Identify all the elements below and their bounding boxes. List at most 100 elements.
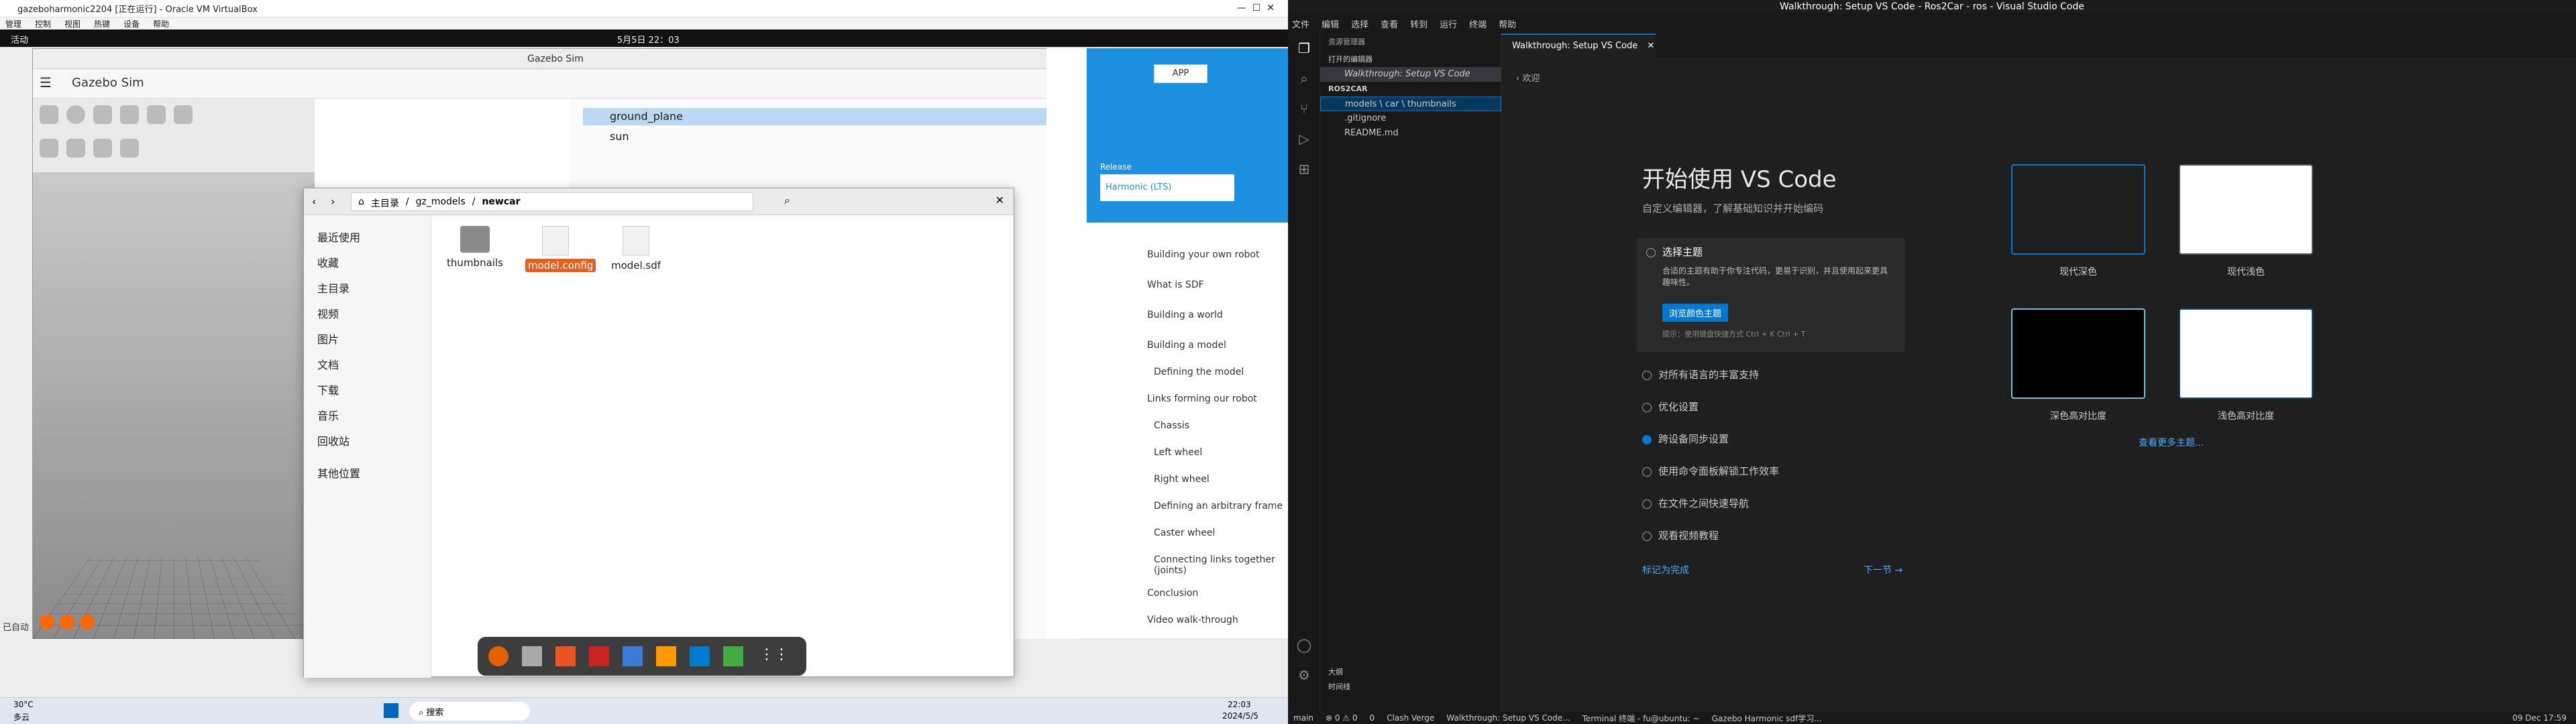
menu-view[interactable]: 视图 <box>64 18 80 29</box>
taskbar-item[interactable]: Terminal 终端 - fu@ubuntu: ~ <box>1582 713 1700 724</box>
menu-view[interactable]: 查看 <box>1381 17 1398 30</box>
tab-walkthrough[interactable]: Walkthrough: Setup VS Code ✕ <box>1501 34 1656 58</box>
taskbar-item[interactable]: Gazebo Harmonic sdf学习... <box>1712 713 1822 724</box>
crumb-newcar[interactable]: newcar <box>482 196 520 207</box>
theme-card-dark-hc[interactable] <box>2011 308 2145 399</box>
status-problems[interactable]: ⊗ 0 ⚠ 0 <box>1326 713 1358 723</box>
menu-selection[interactable]: 选择 <box>1351 17 1368 30</box>
firefox-icon[interactable] <box>488 646 508 666</box>
menu-file[interactable]: 文件 <box>1292 17 1309 30</box>
editor-icon[interactable] <box>623 646 643 666</box>
translate-icon[interactable] <box>66 139 85 158</box>
run-debug-icon[interactable]: ▷ <box>1296 131 1312 147</box>
search-icon[interactable]: ⌕ <box>1296 70 1312 86</box>
app-button[interactable]: APP <box>1154 64 1208 83</box>
sidebar-item-trash[interactable]: 回收站 <box>317 432 350 448</box>
browse-themes-button[interactable]: 浏览颜色主题 <box>1662 304 1729 322</box>
timeline-section[interactable]: 时间线 <box>1320 680 1501 695</box>
workspace-root[interactable]: ROS2CAR <box>1320 82 1501 97</box>
sphere-icon[interactable] <box>66 105 85 124</box>
step-card-active[interactable]: 选择主题 合适的主题有助于你专注代码，更易于识别，并且使用起来更具趣味性。 浏览… <box>1637 238 1905 352</box>
sidebar-item-recent[interactable]: 最近使用 <box>317 229 360 245</box>
nav-item[interactable]: Left wheel <box>1154 447 1288 458</box>
nav-item[interactable]: Connecting links together (joints) <box>1154 554 1288 576</box>
file-model-config[interactable]: model.config <box>525 226 596 272</box>
sidebar-item-starred[interactable]: 收藏 <box>317 254 339 270</box>
nav-item[interactable]: Building a world <box>1147 310 1288 320</box>
nav-item[interactable]: Defining an arbitrary frame <box>1154 501 1288 511</box>
menu-edit[interactable]: 编辑 <box>1322 17 1339 30</box>
tree-folder-models[interactable]: models \ car \ thumbnails <box>1320 97 1501 111</box>
tree-item-ground-plane[interactable]: ground_plane <box>583 108 1066 125</box>
step-icon[interactable] <box>60 615 74 629</box>
tree-item-sun[interactable]: sun <box>583 128 1066 145</box>
menu-run[interactable]: 运行 <box>1440 17 1457 30</box>
sidebar-item-pictures[interactable]: 图片 <box>317 330 339 347</box>
file-model-sdf[interactable]: model.sdf <box>606 226 666 272</box>
box-icon[interactable] <box>40 105 58 124</box>
tree-file-readme[interactable]: README.md <box>1320 126 1501 141</box>
explorer-icon[interactable]: ❐ <box>1296 40 1312 56</box>
windows-start-icon[interactable] <box>384 703 398 718</box>
open-editors-section[interactable]: 打开的编辑器 <box>1320 52 1501 67</box>
nav-item[interactable]: Building your own robot <box>1147 249 1288 260</box>
sidebar-item-home[interactable]: 主目录 <box>317 280 350 296</box>
status-ports[interactable]: 0 <box>1370 713 1375 723</box>
weather-temp[interactable]: 30°C <box>13 700 34 709</box>
select-icon[interactable] <box>40 139 58 158</box>
search-icon[interactable]: ⌕ <box>784 194 790 207</box>
more-themes-link[interactable]: 查看更多主题... <box>2139 436 2204 449</box>
menu-help[interactable]: 帮助 <box>1499 17 1516 30</box>
software-icon[interactable] <box>555 646 576 666</box>
mark-done-link[interactable]: 标记为完成 <box>1642 563 1689 577</box>
gear-icon[interactable]: ⚙ <box>1296 667 1312 683</box>
source-control-icon[interactable]: ⑂ <box>1296 101 1312 117</box>
menu-manage[interactable]: 管理 <box>5 18 21 29</box>
rotate-icon[interactable] <box>93 139 112 158</box>
nav-item[interactable]: Building a model <box>1147 340 1288 351</box>
back-icon[interactable]: ‹ <box>312 195 316 208</box>
crumb-gz-models[interactable]: gz_models <box>416 196 466 207</box>
files-icon[interactable] <box>522 646 542 666</box>
step-item[interactable]: 在文件之间快速导航 <box>1642 496 1911 510</box>
path-bar[interactable]: ⌂ 主目录 / gz_models / newcar <box>351 192 753 211</box>
step-item[interactable]: 观看视频教程 <box>1642 528 1911 542</box>
close-icon[interactable]: ✕ <box>996 194 1004 206</box>
taskbar-item[interactable]: Walkthrough: Setup VS Code... <box>1446 713 1570 723</box>
theme-card-light-modern[interactable] <box>2179 164 2313 255</box>
cylinder-icon[interactable] <box>93 105 112 124</box>
step-item[interactable]: 使用命令面板解锁工作效率 <box>1642 464 1911 478</box>
nav-item[interactable]: Chassis <box>1154 420 1288 431</box>
window-controls[interactable]: — ☐ ✕ <box>1237 3 1275 13</box>
nav-item[interactable]: What is SDF <box>1147 280 1288 290</box>
nav-item[interactable]: Video walk-through <box>1147 615 1288 625</box>
reset-icon[interactable] <box>80 615 95 629</box>
extensions-icon[interactable]: ⊞ <box>1296 161 1312 177</box>
nav-item[interactable]: Conclusion <box>1147 588 1288 599</box>
nav-item[interactable]: Caster wheel <box>1154 528 1288 538</box>
menu-help[interactable]: 帮助 <box>153 18 169 29</box>
open-editor-item[interactable]: Walkthrough: Setup VS Code <box>1320 67 1501 82</box>
menu-terminal[interactable]: 终端 <box>1469 17 1487 30</box>
app-grid-icon[interactable]: ⋮⋮ <box>759 646 789 663</box>
taskbar-search[interactable]: ⌕ 搜索 <box>409 702 530 721</box>
sidebar-item-other[interactable]: 其他位置 <box>317 465 360 481</box>
3d-viewport[interactable] <box>33 172 315 639</box>
step-item[interactable]: 对所有语言的丰富支持 <box>1642 367 1911 381</box>
ellipsoid-icon[interactable] <box>147 105 166 124</box>
step-item[interactable]: 优化设置 <box>1642 400 1911 414</box>
play-icon[interactable] <box>40 615 54 629</box>
menu-hotkey[interactable]: 热键 <box>94 18 110 29</box>
menu-go[interactable]: 转到 <box>1410 17 1428 30</box>
sidebar-item-downloads[interactable]: 下载 <box>317 381 339 398</box>
app-icon[interactable] <box>589 646 609 666</box>
menu-control[interactable]: 控制 <box>35 18 51 29</box>
menu-devices[interactable]: 设备 <box>123 18 140 29</box>
next-section-link[interactable]: 下一节 → <box>1864 563 1902 577</box>
light-icon[interactable] <box>174 105 193 124</box>
gnome-clock[interactable]: 5月5日 22：03 <box>617 33 680 46</box>
capsule-icon[interactable] <box>120 105 139 124</box>
status-branch[interactable]: main <box>1293 713 1313 723</box>
folder-thumbnails[interactable]: thumbnails <box>445 226 505 269</box>
sidebar-item-documents[interactable]: 文档 <box>317 356 339 372</box>
